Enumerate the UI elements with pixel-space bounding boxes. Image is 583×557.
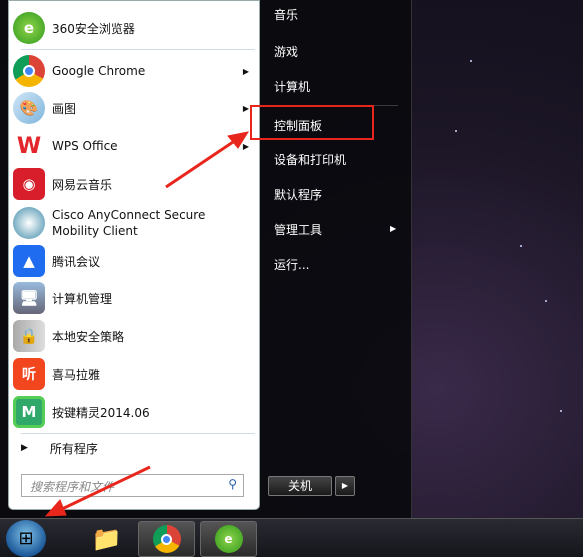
annotation-arrow-start — [61, 465, 151, 511]
start-button[interactable]: ⊞ — [6, 520, 46, 557]
taskbar-360-browser[interactable]: e — [200, 521, 257, 557]
arrow-head — [227, 131, 250, 149]
taskbar: 📁 e — [0, 518, 583, 557]
ie-360-icon: e — [214, 525, 243, 553]
windows-logo-icon: ⊞ — [18, 528, 34, 549]
taskbar-chrome[interactable] — [138, 521, 195, 557]
arrow-head — [44, 499, 67, 517]
taskbar-file-explorer[interactable]: 📁 — [78, 521, 135, 557]
chrome-icon — [152, 525, 181, 553]
annotation-arrow-control-panel — [165, 138, 237, 189]
file-explorer-icon: 📁 — [91, 525, 122, 553]
annotation-arrows — [44, 131, 250, 517]
